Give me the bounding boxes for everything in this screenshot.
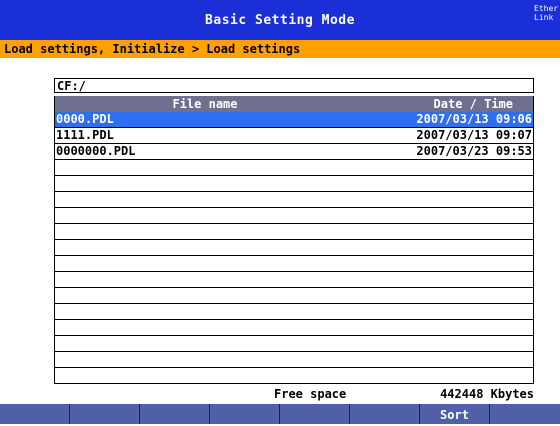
file-row[interactable] (55, 336, 533, 352)
file-row[interactable] (55, 224, 533, 240)
link-label: Link (534, 13, 554, 22)
softkey-bar: Sort (0, 404, 560, 424)
file-date-time: 2007/03/23 09:53 (416, 144, 532, 158)
softkey-sort[interactable]: Sort (420, 404, 490, 424)
main-panel: CF:/ File name Date / Time 0000.PDL 2007/… (0, 58, 560, 404)
file-row[interactable] (55, 272, 533, 288)
file-row[interactable] (55, 256, 533, 272)
softkey-2[interactable] (70, 404, 140, 424)
ethernet-link-indicator: Etherne Link (534, 4, 558, 22)
screen-title: Basic Setting Mode (205, 13, 355, 28)
file-row[interactable] (55, 320, 533, 336)
file-list-header: File name Date / Time (55, 96, 533, 112)
title-bar: Basic Setting Mode Etherne Link (0, 0, 560, 40)
file-row[interactable]: 1111.PDL 2007/03/13 09:07 (55, 128, 533, 144)
file-name: 1111.PDL (56, 128, 114, 142)
file-row[interactable] (55, 192, 533, 208)
file-name: 0000000.PDL (56, 144, 136, 158)
column-header-date-time: Date / Time (433, 97, 513, 111)
current-path: CF:/ (54, 78, 534, 93)
softkey-4[interactable] (210, 404, 280, 424)
file-row[interactable] (55, 304, 533, 320)
softkey-5[interactable] (280, 404, 350, 424)
softkey-8[interactable] (490, 404, 560, 424)
file-row[interactable] (55, 160, 533, 176)
free-space: Free space 442448 Kbytes (0, 387, 560, 401)
free-space-label: Free space (274, 387, 347, 401)
ethernet-label: Etherne (534, 4, 558, 13)
breadcrumb: Load settings, Initialize > Load setting… (0, 40, 560, 58)
file-row[interactable] (55, 288, 533, 304)
file-row[interactable] (55, 176, 533, 192)
file-name: 0000.PDL (56, 112, 114, 126)
softkey-1[interactable] (0, 404, 70, 424)
file-row[interactable] (55, 208, 533, 224)
file-rows: 0000.PDL 2007/03/13 09:06 1111.PDL 2007/03/… (55, 112, 533, 368)
file-row[interactable] (55, 352, 533, 368)
file-row[interactable]: 0000000.PDL 2007/03/23 09:53 (55, 144, 533, 160)
file-date-time: 2007/03/13 09:07 (416, 128, 532, 142)
free-space-value: 442448 Kbytes (440, 387, 534, 401)
column-header-file-name: File name (172, 97, 238, 111)
softkey-3[interactable] (140, 404, 210, 424)
softkey-6[interactable] (350, 404, 420, 424)
file-row[interactable]: 0000.PDL 2007/03/13 09:06 (55, 112, 533, 128)
file-list: File name Date / Time 0000.PDL 2007/03/13… (54, 96, 534, 384)
file-date-time: 2007/03/13 09:06 (416, 112, 532, 126)
file-row[interactable] (55, 240, 533, 256)
